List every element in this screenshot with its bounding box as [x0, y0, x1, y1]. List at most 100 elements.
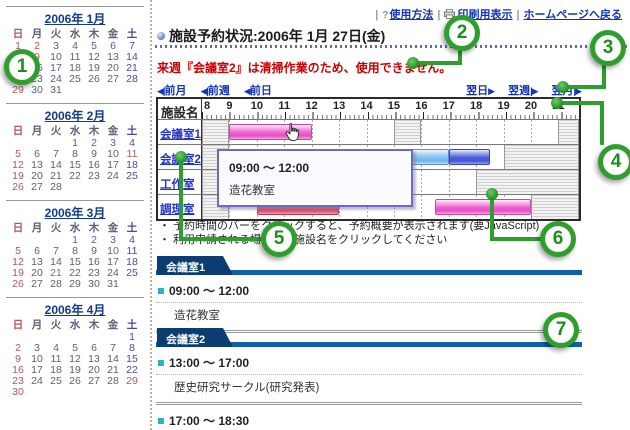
hour-gridline	[339, 120, 340, 144]
date-nav-row: ◀|前月◀|前週◀前日 翌日▶翌週|▶翌月|▶	[157, 82, 581, 98]
annotation-pin-dot	[407, 57, 419, 69]
nav-next-link[interactable]: 翌週|▶	[508, 85, 537, 97]
tooltip-time: 09:00 ～ 12:00	[229, 159, 411, 176]
room-link[interactable]: 調理室	[160, 204, 195, 216]
right-arrow-icon: ▶	[488, 86, 494, 96]
hour-label: 16	[415, 100, 427, 112]
calendar-divider	[6, 297, 144, 298]
section-banner: 会議室2	[156, 328, 582, 347]
calendar-day: 28	[104, 376, 123, 387]
entry-time-row: 17:00 ～ 18:30	[156, 405, 582, 430]
room-label-cell: 会議室1	[158, 120, 202, 144]
calendar-weekday-header: 木	[85, 320, 104, 331]
hour-gridline	[504, 120, 505, 144]
hour-gridline	[367, 120, 368, 144]
link-separator: |	[375, 9, 378, 21]
entry-description: 歴史研究サークル(研究発表)	[156, 375, 582, 399]
room-link[interactable]: 会議室1	[160, 129, 201, 141]
annotation-pin-dot	[486, 188, 498, 200]
calendar-weekday-header: 月	[28, 223, 47, 234]
hour-gridline	[421, 120, 422, 144]
calendar-weekday-header: 火	[47, 29, 66, 40]
header-links: |?使用方法|印刷用表示|ホームページへ戻る	[155, 6, 622, 22]
hour-label: 19	[497, 100, 509, 112]
calendar-weekday-header: 木	[85, 29, 104, 40]
annotation-pin-dot	[175, 151, 187, 163]
nav-next-link[interactable]: 翌日▶	[466, 85, 494, 97]
right-arrow-icon: |▶	[530, 86, 537, 96]
schedule-room-row: 会議室1	[158, 119, 579, 144]
booking-bar[interactable]	[435, 199, 531, 215]
calendar-day: 27	[85, 376, 104, 387]
calendar-weekday-header: 土	[123, 126, 142, 137]
header-link[interactable]: ホームページへ戻る	[524, 9, 622, 21]
hand-cursor-icon	[284, 123, 301, 148]
hour-label: 13	[333, 100, 345, 112]
calendar-divider	[6, 6, 144, 7]
square-bullet-icon	[158, 360, 164, 366]
calendar-weekday-header: 金	[104, 126, 123, 137]
closed-hatch-segment	[394, 120, 421, 144]
booking-bar[interactable]	[449, 149, 490, 165]
bullet-ball-icon	[157, 32, 165, 40]
annotation-connector-line	[563, 85, 606, 89]
hour-gridline	[449, 170, 450, 194]
hour-label: 8	[204, 100, 210, 112]
closed-hatch-segment	[202, 120, 229, 144]
title-dotted-rule	[155, 45, 628, 48]
nav-prev-link[interactable]: ◀前日	[244, 85, 272, 97]
annotation-number-circle: 6	[540, 221, 576, 257]
calendar-weekday-header: 日	[9, 223, 28, 234]
annotation-connector-line	[490, 237, 544, 241]
schedule-header-row: 施設名89101112131415161718192021	[158, 99, 579, 119]
calendar-month: 2006年 2月日月火水木金土1234567891011121314151617…	[0, 103, 150, 193]
nav-prev-link[interactable]: ◀|前月	[157, 85, 186, 97]
calendar-day: 26	[85, 74, 104, 85]
section-room-name: 会議室2	[157, 328, 233, 347]
page-title-row: 施設予約状況:2006年 1月 27日(金)	[157, 26, 385, 46]
hour-gridline	[312, 120, 313, 144]
calendar-month-link[interactable]: 2006年 4月	[0, 301, 150, 318]
calendar-weekday-header: 土	[123, 320, 142, 331]
calendar-weekday-header: 月	[28, 29, 47, 40]
section-room-name: 会議室1	[157, 256, 233, 275]
hour-ruler-ticks	[202, 112, 579, 119]
entry-time-row: 09:00 ～ 12:00	[156, 275, 582, 303]
calendar-month-link[interactable]: 2006年 1月	[0, 10, 150, 27]
closed-hatch-segment	[531, 195, 579, 219]
calendar-day: 28	[123, 74, 142, 85]
hour-label: 12	[306, 100, 318, 112]
note-line: ・ 予約時間のバーをクリックすると、予約概要が表示されます(要JavaScrip…	[159, 219, 539, 233]
nav-prev-link[interactable]: ◀|前週	[200, 85, 229, 97]
calendar-weekday-header: 水	[66, 29, 85, 40]
facility-name-header: 施設名	[158, 99, 202, 119]
calendar-day: 24	[104, 171, 123, 182]
hour-gridline	[476, 120, 477, 144]
entry-time-text: 09:00 ～ 12:00	[169, 282, 249, 299]
calendar-day: 25	[66, 74, 85, 85]
calendar-grid: 日月火水木金土123456789101112131415161718192021…	[0, 223, 150, 290]
calendar-divider	[6, 103, 144, 104]
calendar-day: 25	[47, 376, 66, 387]
header-link[interactable]: 使用方法	[389, 9, 433, 21]
calendar-weekday-header: 火	[47, 223, 66, 234]
hour-gridline	[421, 195, 422, 219]
left-arrow-icon: ◀|	[200, 86, 207, 96]
hour-gridline	[531, 120, 532, 144]
link-separator: |	[437, 9, 440, 21]
calendar-weekday-header: 土	[123, 223, 142, 234]
calendar-month-link[interactable]: 2006年 2月	[0, 107, 150, 124]
calendar-weekday-header: 日	[9, 29, 28, 40]
hour-gridline	[421, 170, 422, 194]
hour-label: 17	[443, 100, 455, 112]
annotation-connector-line	[490, 195, 494, 241]
calendar-month-link[interactable]: 2006年 3月	[0, 204, 150, 221]
hour-scale: 89101112131415161718192021	[202, 99, 579, 119]
calendar-day: 30	[9, 387, 28, 398]
hour-label: 9	[226, 100, 232, 112]
calendar-grid: 日月火水木金土123456789101112131415161718192021…	[0, 320, 150, 398]
hour-gridline	[449, 120, 450, 144]
room-link[interactable]: 工作室	[160, 179, 195, 191]
annotation-connector-line	[600, 101, 604, 145]
hour-label: 11	[278, 100, 290, 112]
